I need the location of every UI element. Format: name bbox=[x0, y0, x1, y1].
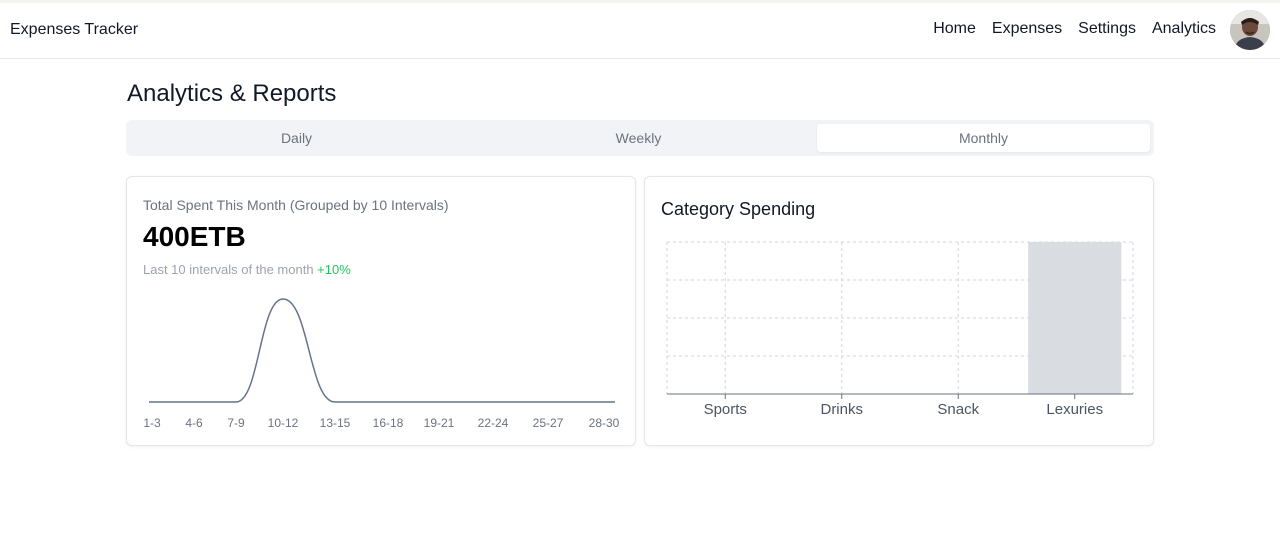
tab-weekly[interactable]: Weekly bbox=[472, 124, 805, 152]
spending-line bbox=[148, 298, 615, 403]
period-tabs: Daily Weekly Monthly bbox=[126, 120, 1154, 156]
x-tick-label: 19-21 bbox=[424, 416, 455, 430]
category-bar[interactable] bbox=[1028, 242, 1122, 394]
nav-settings[interactable]: Settings bbox=[1078, 20, 1136, 38]
monthly-line-chart: 1-3 4-6 7-9 10-12 13-15 16-18 19-21 22-24 25-27 2… bbox=[143, 298, 620, 430]
card-note: Last 10 intervals of the month +10% bbox=[143, 262, 351, 277]
nav-analytics[interactable]: Analytics bbox=[1152, 20, 1216, 38]
change-badge: +10% bbox=[317, 262, 351, 277]
x-tick-label: 25-27 bbox=[533, 416, 564, 430]
page-title: Analytics & Reports bbox=[127, 80, 337, 107]
monthly-total-card: Total Spent This Month (Grouped by 10 In… bbox=[126, 176, 636, 446]
tab-daily[interactable]: Daily bbox=[130, 124, 463, 152]
x-tick-label: 10-12 bbox=[268, 416, 299, 430]
nav-expenses[interactable]: Expenses bbox=[992, 20, 1062, 38]
x-tick-label: Drinks bbox=[820, 401, 863, 418]
app-brand[interactable]: Expenses Tracker bbox=[10, 21, 138, 39]
nav-home[interactable]: Home bbox=[933, 20, 976, 38]
category-card: Category Spending Sports Drinks Snack Lexur… bbox=[644, 176, 1154, 446]
card-subtitle: Total Spent This Month (Grouped by 10 In… bbox=[143, 197, 449, 213]
avatar[interactable] bbox=[1230, 10, 1270, 50]
x-tick-label: 22-24 bbox=[478, 416, 509, 430]
user-avatar-icon bbox=[1230, 10, 1270, 50]
x-tick-label: 16-18 bbox=[373, 416, 404, 430]
x-tick-label: 7-9 bbox=[227, 416, 245, 430]
x-tick-label: 28-30 bbox=[589, 416, 620, 430]
note-text: Last 10 intervals of the month bbox=[143, 262, 314, 277]
x-tick-label: Snack bbox=[937, 401, 979, 418]
navbar: Expenses Tracker Home Expenses Settings … bbox=[0, 3, 1280, 59]
x-tick-label: 13-15 bbox=[320, 416, 351, 430]
category-bar-chart: Sports Drinks Snack Lexuries bbox=[666, 241, 1134, 418]
x-tick-label: Sports bbox=[704, 401, 747, 418]
x-tick-label: 4-6 bbox=[185, 416, 203, 430]
x-tick-label: 1-3 bbox=[143, 416, 161, 430]
total-amount: 400ETB bbox=[143, 221, 246, 252]
category-title: Category Spending bbox=[661, 199, 816, 219]
x-tick-label: Lexuries bbox=[1046, 401, 1103, 418]
tab-monthly[interactable]: Monthly bbox=[817, 124, 1150, 152]
nav-links: Home Expenses Settings Analytics bbox=[933, 20, 1216, 38]
